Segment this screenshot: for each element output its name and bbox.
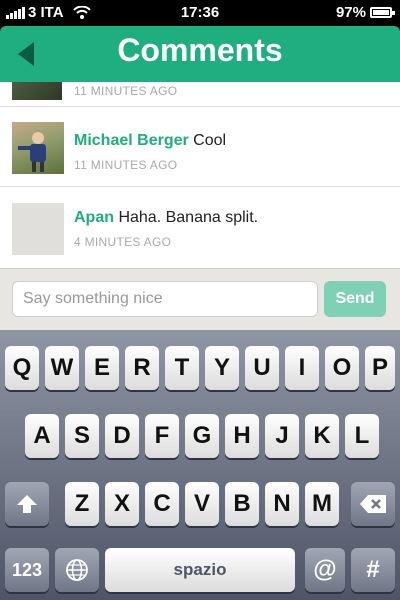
key-q[interactable]: Q: [5, 346, 39, 390]
comment-input[interactable]: Say something nice: [12, 281, 318, 317]
comment-author[interactable]: Apan: [74, 209, 114, 226]
key-f[interactable]: F: [145, 414, 179, 458]
key-k[interactable]: K: [305, 414, 339, 458]
comment-text: Apan Haha. Banana split.: [74, 209, 258, 227]
numbers-key[interactable]: 123: [5, 548, 49, 592]
key-l[interactable]: L: [345, 414, 379, 458]
shift-key[interactable]: [5, 482, 49, 526]
key-c[interactable]: C: [145, 482, 179, 526]
header-bar: Comments: [0, 26, 400, 82]
comment-author[interactable]: Michael Berger: [74, 132, 189, 149]
comment-body: Haha. Banana split.: [118, 209, 259, 226]
key-e[interactable]: E: [85, 346, 119, 390]
key-j[interactable]: J: [265, 414, 299, 458]
comment-time: 4 MINUTES AGO: [74, 235, 172, 249]
key-w[interactable]: W: [45, 346, 79, 390]
comment-body: Cool: [193, 132, 227, 149]
person-icon: [18, 132, 46, 172]
key-t[interactable]: T: [165, 346, 199, 390]
avatar: [12, 122, 64, 174]
send-button[interactable]: Send: [324, 281, 386, 317]
avatar: [12, 203, 64, 255]
battery-icon: [370, 7, 395, 18]
hash-key[interactable]: #: [351, 548, 395, 592]
key-h[interactable]: H: [225, 414, 259, 458]
comment-time: 11 MINUTES AGO: [74, 158, 178, 172]
globe-key[interactable]: [55, 548, 99, 592]
globe-icon: [66, 559, 88, 581]
battery-percent: 97%: [335, 4, 366, 21]
key-v[interactable]: V: [185, 482, 219, 526]
key-o[interactable]: O: [325, 346, 359, 390]
comment-row: Michael Berger Cool 11 MINUTES AGO: [0, 106, 400, 187]
status-bar: 3 ITA 17:36 97%: [0, 0, 400, 26]
battery-area: 97%: [335, 4, 395, 21]
key-y[interactable]: Y: [205, 346, 239, 390]
key-z[interactable]: Z: [65, 482, 99, 526]
keyboard: Q W E R T Y U I O P A S D F G H J K L Z …: [0, 330, 400, 600]
key-r[interactable]: R: [125, 346, 159, 390]
backspace-key[interactable]: [351, 482, 395, 526]
key-s[interactable]: S: [65, 414, 99, 458]
comment-row: 11 MINUTES AGO: [0, 82, 400, 107]
key-d[interactable]: D: [105, 414, 139, 458]
key-x[interactable]: X: [105, 482, 139, 526]
backspace-icon: [360, 495, 386, 513]
key-p[interactable]: P: [365, 346, 395, 390]
comment-composer: Say something nice Send: [0, 268, 400, 331]
key-a[interactable]: A: [25, 414, 59, 458]
comment-time: 11 MINUTES AGO: [74, 84, 178, 98]
comment-row: Apan Haha. Banana split. 4 MINUTES AGO: [0, 187, 400, 267]
space-key[interactable]: spazio: [105, 548, 295, 592]
at-key[interactable]: @: [305, 548, 345, 592]
comment-text: Michael Berger Cool: [74, 132, 226, 150]
key-n[interactable]: N: [265, 482, 299, 526]
shift-icon: [17, 495, 37, 513]
key-m[interactable]: M: [305, 482, 339, 526]
key-i[interactable]: I: [285, 346, 319, 390]
key-u[interactable]: U: [245, 346, 279, 390]
comment-list[interactable]: 11 MINUTES AGO Michael Berger Cool 11 MI…: [0, 82, 400, 268]
key-g[interactable]: G: [185, 414, 219, 458]
page-title: Comments: [117, 32, 283, 68]
avatar: [12, 82, 62, 100]
key-b[interactable]: B: [225, 482, 259, 526]
